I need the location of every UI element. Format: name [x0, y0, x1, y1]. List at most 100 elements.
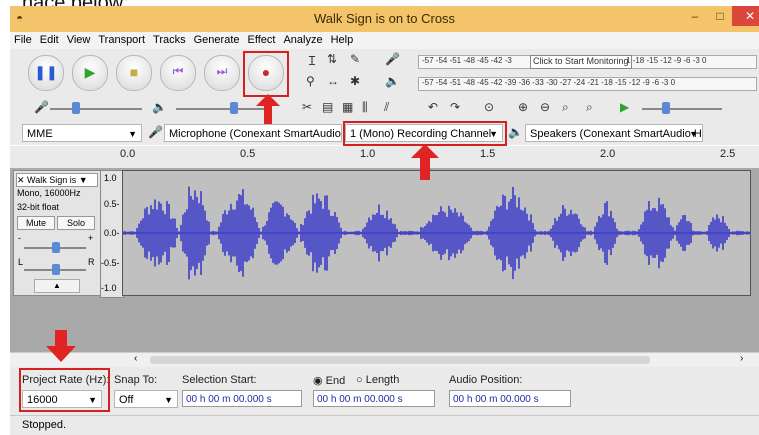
channels-arrow-icon: [411, 144, 439, 180]
mic-volume-icon: 🎤: [34, 100, 49, 114]
play-meter-icon[interactable]: 🔈: [385, 74, 400, 88]
sync-lock-icon[interactable]: ⊙: [484, 100, 494, 114]
draw-tool-icon[interactable]: ✎: [350, 52, 360, 66]
zoom-in-icon[interactable]: ⊕: [518, 100, 528, 114]
silence-icon[interactable]: ⫽: [384, 100, 389, 115]
pause-icon: ❚❚: [34, 64, 58, 80]
cut-icon[interactable]: ✂: [302, 100, 312, 114]
pan-right-label: R: [88, 257, 95, 267]
snap-to-select[interactable]: Off ▼: [114, 390, 178, 408]
record-meter-scale: -57 -54 -51 -48 -45 -42 -3: [422, 56, 512, 65]
ruler-label: 1.0: [360, 148, 376, 160]
timeshift-tool-icon[interactable]: ↔: [327, 74, 339, 88]
trim-icon[interactable]: ⫼: [362, 100, 368, 115]
selection-tool-icon[interactable]: Ｉ: [306, 52, 318, 69]
skip-start-icon: ⏮: [172, 64, 184, 78]
speaker-icon: 🔈: [508, 125, 523, 139]
skip-end-icon: ⏭: [216, 64, 228, 78]
audio-host-select[interactable]: MME ▼: [22, 124, 142, 142]
track-format: Mono, 16000Hz: [17, 188, 81, 198]
pause-button[interactable]: ❚❚: [28, 55, 64, 91]
output-device-select[interactable]: Speakers (Conexant SmartAudio H ▼: [525, 124, 703, 142]
channels-highlight-frame: [343, 121, 507, 146]
window-title: Walk Sign is on to Cross: [313, 11, 456, 26]
fit-selection-icon[interactable]: ⌕: [562, 100, 569, 115]
menu-analyze[interactable]: Analyze: [279, 32, 326, 46]
mic-volume-thumb[interactable]: [72, 102, 80, 114]
minimize-button[interactable]: –: [682, 6, 708, 26]
scale-label: 0.0-: [104, 228, 120, 238]
close-button[interactable]: ✕: [732, 6, 759, 26]
selection-start-field[interactable]: 00 h 00 m 00.000 s: [182, 390, 302, 407]
close-track-icon[interactable]: ✕: [17, 175, 27, 185]
menu-generate[interactable]: Generate: [190, 32, 244, 46]
gain-thumb[interactable]: [52, 242, 60, 253]
input-device-select[interactable]: Microphone (Conexant SmartAudio: [164, 124, 342, 142]
scale-label: 0.5-: [104, 199, 120, 209]
record-meter-icon[interactable]: 🎤: [385, 52, 400, 66]
play-at-speed-icon[interactable]: ▶: [620, 100, 629, 114]
chevron-down-icon: ▼: [164, 395, 173, 405]
scale-label: -0.5-: [101, 258, 120, 268]
scale-label: -1.0: [101, 283, 117, 293]
selection-end-field[interactable]: 00 h 00 m 00.000 s: [313, 390, 435, 407]
amplitude-scale: 1.0 0.5- 0.0- -0.5- -1.0: [100, 170, 124, 298]
solo-button[interactable]: Solo: [57, 216, 95, 230]
gain-plus-label: +: [88, 233, 94, 243]
pan-thumb[interactable]: [52, 264, 60, 275]
menu-file[interactable]: File: [10, 32, 36, 46]
menu-tracks[interactable]: Tracks: [149, 32, 190, 46]
mic-volume-slider[interactable]: [50, 108, 142, 110]
audio-position-field[interactable]: 00 h 00 m 00.000 s: [449, 390, 571, 407]
chevron-down-icon: ▼: [128, 129, 137, 139]
track-name: Walk Sign is: [27, 175, 77, 185]
copy-icon[interactable]: ▤: [322, 100, 333, 114]
scroll-left-icon[interactable]: ‹: [134, 353, 137, 364]
audio-position-label: Audio Position:: [449, 374, 523, 386]
menu-help[interactable]: Help: [327, 32, 358, 46]
menu-edit[interactable]: Edit: [36, 32, 63, 46]
play-button[interactable]: ▶: [72, 55, 108, 91]
stop-button[interactable]: ■: [116, 55, 152, 91]
play-speed-thumb[interactable]: [662, 102, 670, 114]
redo-icon[interactable]: ↷: [450, 100, 460, 114]
end-radio[interactable]: ◉ End: [313, 374, 345, 387]
skip-start-button[interactable]: ⏮: [160, 55, 196, 91]
horizontal-scrollbar[interactable]: ‹ ›: [10, 352, 759, 367]
monitor-button[interactable]: Click to Start Monitoring: [530, 55, 632, 69]
length-radio[interactable]: ○ Length: [356, 374, 399, 386]
gain-minus-label: -: [18, 233, 21, 243]
waveform-display[interactable]: [122, 170, 751, 296]
menu-view[interactable]: View: [63, 32, 95, 46]
play-speed-slider[interactable]: [642, 108, 722, 110]
speaker-volume-slider[interactable]: [176, 108, 268, 110]
envelope-tool-icon[interactable]: ⇅: [327, 52, 337, 66]
undo-icon[interactable]: ↶: [428, 100, 438, 114]
ruler-label: 0.0: [120, 148, 136, 160]
skip-end-button[interactable]: ⏭: [204, 55, 240, 91]
audio-host-value: MME: [27, 128, 53, 140]
maximize-button[interactable]: □: [708, 6, 732, 26]
pan-left-label: L: [18, 257, 24, 267]
zoom-out-icon[interactable]: ⊖: [540, 100, 550, 114]
collapse-track-icon[interactable]: ▲: [34, 279, 80, 293]
fit-project-icon[interactable]: ⌕: [586, 100, 593, 115]
paste-icon[interactable]: ▦: [342, 100, 353, 114]
selection-start-label: Selection Start:: [182, 374, 257, 386]
menu-transport[interactable]: Transport: [94, 32, 149, 46]
snap-to-label: Snap To:: [114, 374, 158, 386]
menu-effect[interactable]: Effect: [244, 32, 280, 46]
multi-tool-icon[interactable]: ✱: [350, 74, 360, 88]
mute-button[interactable]: Mute: [17, 216, 55, 230]
play-icon: ▶: [84, 64, 96, 80]
track-name-button[interactable]: ✕ Walk Sign is ▼: [16, 173, 98, 187]
waveform-svg: [122, 186, 750, 280]
record-meter-scale-end: 1 -18 -15 -12 -9 -6 -3 0: [626, 56, 707, 65]
speaker-volume-thumb[interactable]: [230, 102, 238, 114]
scroll-thumb[interactable]: [150, 356, 650, 364]
zoom-tool-icon[interactable]: ⚲: [306, 74, 315, 88]
ruler-label: 0.5: [240, 148, 256, 160]
scroll-right-icon[interactable]: ›: [740, 353, 743, 364]
timeline-ruler[interactable]: 0.0 0.5 1.0 1.5 2.0 2.5: [10, 146, 759, 169]
status-bar: Stopped.: [10, 415, 759, 435]
